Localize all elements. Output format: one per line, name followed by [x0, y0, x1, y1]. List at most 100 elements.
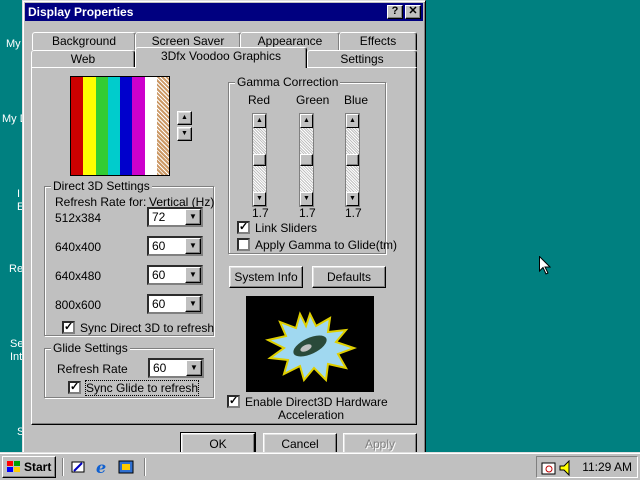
apply-gamma-glide-checkbox[interactable] — [237, 238, 250, 251]
gamma-blue-slider[interactable]: ▲ ▼ — [345, 113, 360, 207]
spinner-up-button[interactable]: ▲ — [177, 111, 192, 125]
chevron-down-icon[interactable]: ▼ — [185, 209, 201, 225]
tab-web[interactable]: Web — [31, 50, 135, 68]
color-bar — [83, 77, 96, 175]
refresh-rate-combo-640x480[interactable]: 60 ▼ — [147, 265, 203, 285]
color-bar — [71, 77, 84, 175]
color-bar — [107, 77, 120, 175]
mouse-cursor-icon — [539, 256, 551, 275]
clock[interactable]: 11:29 AM — [582, 460, 632, 474]
sync-glide-label[interactable]: Sync Glide to refresh — [84, 380, 200, 396]
taskbar-separator — [62, 458, 64, 476]
chevron-down-icon[interactable]: ▼ — [185, 296, 201, 312]
slider-down-icon[interactable]: ▼ — [346, 192, 359, 206]
refresh-rate-combo-512x384[interactable]: 72 ▼ — [147, 207, 203, 227]
color-bar — [144, 77, 157, 175]
volume-icon[interactable] — [559, 460, 573, 476]
combo-value: 60 — [152, 297, 166, 311]
glide-refresh-rate-combo[interactable]: 60 ▼ — [148, 358, 204, 378]
tab-effects[interactable]: Effects — [339, 32, 417, 50]
color-bar — [120, 77, 133, 175]
combo-value: 60 — [152, 239, 166, 253]
glide-settings-title: Glide Settings — [51, 341, 130, 355]
gamma-red-slider[interactable]: ▲ ▼ — [252, 113, 267, 207]
tab-panel: ▲ ▼ Direct 3D Settings Refresh Rate for:… — [31, 67, 417, 425]
direct3d-settings-title: Direct 3D Settings — [51, 179, 152, 193]
link-sliders-label[interactable]: Link Sliders — [255, 221, 317, 235]
refresh-rate-for-label: Refresh Rate for: — [55, 195, 147, 209]
gamma-correction-group: Gamma Correction Red Green Blue ▲ ▼ ▲ ▼ … — [228, 75, 397, 254]
gamma-correction-title: Gamma Correction — [235, 75, 341, 89]
tab-settings[interactable]: Settings — [307, 50, 417, 68]
apply-gamma-glide-label[interactable]: Apply Gamma to Glide(tm) — [255, 238, 397, 252]
sync-direct3d-checkbox[interactable]: ✓ — [62, 321, 75, 334]
color-bars-preview — [70, 76, 170, 176]
system-info-button[interactable]: System Info — [229, 266, 303, 288]
slider-up-icon[interactable]: ▲ — [253, 114, 266, 128]
slider-thumb[interactable] — [253, 154, 266, 166]
desktop-icon-label[interactable]: My — [6, 38, 21, 50]
gamma-green-value: 1.7 — [299, 206, 316, 220]
system-tray: 11:29 AM — [536, 456, 638, 478]
color-bar — [95, 77, 108, 175]
color-bar — [132, 77, 145, 175]
gamma-green-label: Green — [296, 93, 330, 107]
refresh-rate-combo-800x600[interactable]: 60 ▼ — [147, 294, 203, 314]
slider-thumb[interactable] — [346, 154, 359, 166]
taskbar: Start e 11:29 AM — [0, 452, 640, 480]
link-sliders-checkbox[interactable]: ✓ — [237, 221, 250, 234]
color-bar — [156, 77, 169, 175]
gamma-green-slider[interactable]: ▲ ▼ — [299, 113, 314, 207]
slider-up-icon[interactable]: ▲ — [300, 114, 313, 128]
gamma-blue-label: Blue — [344, 93, 369, 107]
enable-direct3d-checkbox[interactable]: ✓ — [227, 395, 240, 408]
windows-logo-icon — [7, 461, 20, 472]
channels-icon[interactable] — [118, 459, 134, 475]
chevron-down-icon[interactable]: ▼ — [185, 267, 201, 283]
enable-direct3d-label-line1[interactable]: Enable Direct3D Hardware — [245, 395, 388, 409]
resolution-label: 640x480 — [55, 269, 102, 283]
enable-direct3d-label-line2[interactable]: Acceleration — [278, 408, 344, 422]
desktop-icon-label[interactable]: Int — [10, 351, 22, 363]
title-bar[interactable]: Display Properties ? ✕ — [25, 3, 423, 21]
combo-value: 60 — [153, 361, 167, 375]
slider-down-icon[interactable]: ▼ — [253, 192, 266, 206]
glide-refresh-rate-label: Refresh Rate — [57, 362, 128, 376]
gamma-red-value: 1.7 — [252, 206, 269, 220]
desktop-icon-label[interactable]: I — [17, 188, 20, 200]
internet-explorer-icon[interactable]: e — [95, 459, 111, 475]
scheduler-icon[interactable] — [541, 460, 557, 476]
chevron-down-icon[interactable]: ▼ — [186, 360, 202, 376]
glide-settings-group: Glide Settings Refresh Rate 60 ▼ ✓ Sync … — [44, 341, 214, 398]
spinner-down-button[interactable]: ▼ — [177, 127, 192, 141]
show-desktop-icon[interactable] — [70, 459, 86, 475]
close-button[interactable]: ✕ — [405, 5, 421, 19]
resolution-label: 640x400 — [55, 240, 102, 254]
3dfx-logo-icon — [265, 311, 357, 383]
sync-glide-checkbox[interactable]: ✓ — [68, 381, 81, 394]
taskbar-separator — [144, 458, 146, 476]
window-title: Display Properties — [28, 5, 134, 19]
resolution-label: 800x600 — [55, 298, 102, 312]
slider-down-icon[interactable]: ▼ — [300, 192, 313, 206]
svg-text:e: e — [96, 459, 106, 475]
start-label: Start — [24, 460, 52, 474]
sync-direct3d-label[interactable]: Sync Direct 3D to refresh — [80, 321, 214, 335]
combo-value: 60 — [152, 268, 166, 282]
help-button[interactable]: ? — [387, 5, 403, 19]
resolution-label: 512x384 — [55, 211, 102, 225]
chevron-down-icon[interactable]: ▼ — [185, 238, 201, 254]
tab-background[interactable]: Background — [32, 32, 136, 50]
combo-value: 72 — [152, 210, 166, 224]
desktop-icon-label[interactable]: Re — [9, 263, 23, 275]
slider-thumb[interactable] — [300, 154, 313, 166]
slider-up-icon[interactable]: ▲ — [346, 114, 359, 128]
3dfx-logo-preview — [246, 296, 374, 392]
gamma-red-label: Red — [248, 93, 271, 107]
defaults-button[interactable]: Defaults — [312, 266, 386, 288]
tab-3dfx-voodoo-graphics[interactable]: 3Dfx Voodoo Graphics — [135, 47, 307, 68]
display-properties-window: Display Properties ? ✕ Background Screen… — [22, 0, 426, 458]
direct3d-settings-group: Direct 3D Settings Refresh Rate for: Ver… — [44, 179, 214, 336]
refresh-rate-combo-640x400[interactable]: 60 ▼ — [147, 236, 203, 256]
start-button[interactable]: Start — [2, 456, 56, 478]
